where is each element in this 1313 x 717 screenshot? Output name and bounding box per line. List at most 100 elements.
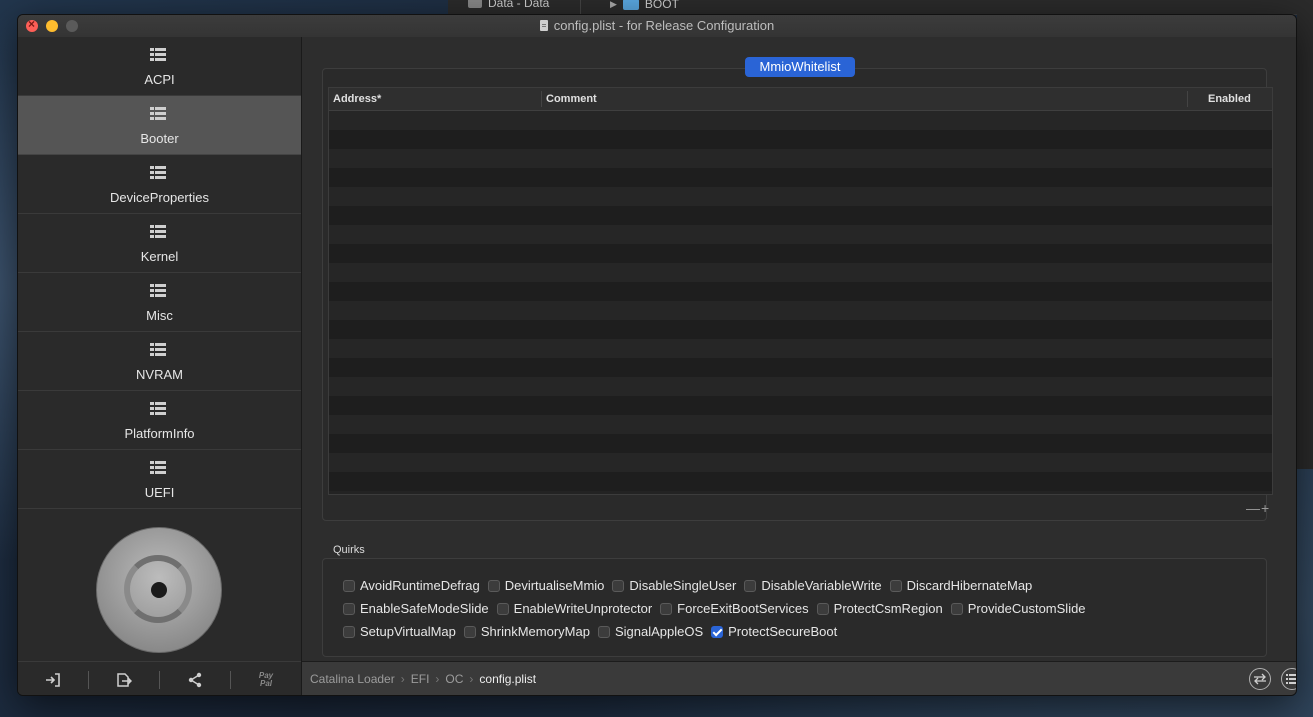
breadcrumb-item[interactable]: OC <box>445 672 463 686</box>
share-icon <box>188 672 202 687</box>
list-icon <box>150 402 166 416</box>
sidebar-item-nvram[interactable]: NVRAM <box>18 332 301 391</box>
column-header-address[interactable]: Address* <box>333 93 381 105</box>
quirk-devirtualise-mmio[interactable]: DevirtualiseMmio <box>487 578 604 593</box>
quirk-discard-hibernate-map[interactable]: DiscardHibernateMap <box>889 578 1032 593</box>
table-row[interactable] <box>329 187 1272 206</box>
sidebar-item-deviceproperties[interactable]: DeviceProperties <box>18 155 301 214</box>
swap-button[interactable] <box>1249 668 1271 690</box>
checkbox[interactable] <box>744 579 757 592</box>
checkbox[interactable] <box>343 625 355 638</box>
checkbox[interactable] <box>463 625 476 638</box>
sidebar-item-platforminfo[interactable]: PlatformInfo <box>18 391 301 450</box>
chevron-right-icon: › <box>469 672 474 686</box>
checkbox[interactable] <box>660 602 673 615</box>
quirk-label: EnableSafeModeSlide <box>360 601 489 616</box>
table-body[interactable] <box>329 111 1272 494</box>
column-header-enabled[interactable]: Enabled <box>1208 93 1251 105</box>
quirk-disable-variable-write[interactable]: DisableVariableWrite <box>744 578 882 593</box>
table-row[interactable] <box>329 206 1272 225</box>
quirk-force-exit-boot-services[interactable]: ForceExitBootServices <box>660 601 809 616</box>
share-button[interactable] <box>160 662 230 695</box>
quirk-setup-virtual-map[interactable]: SetupVirtualMap <box>343 624 456 639</box>
quirk-disable-single-user[interactable]: DisableSingleUser <box>612 578 736 593</box>
quirk-protect-secure-boot[interactable]: ProtectSecureBoot <box>711 624 837 639</box>
table-row[interactable] <box>329 472 1272 491</box>
background-disk-item[interactable]: Data - Data <box>468 0 549 10</box>
background-disk-label: Data - Data <box>488 0 550 10</box>
table-row[interactable] <box>329 282 1272 301</box>
window-title: config.plist - for Release Configuration <box>18 18 1296 33</box>
table-row[interactable] <box>329 358 1272 377</box>
quirk-avoid-runtime-defrag[interactable]: AvoidRuntimeDefrag <box>343 578 480 593</box>
main-window: config.plist - for Release Configuration… <box>17 14 1297 696</box>
table-row[interactable] <box>329 453 1272 472</box>
checkbox[interactable] <box>950 602 963 615</box>
table-row[interactable] <box>329 320 1272 339</box>
mmio-whitelist-table[interactable]: Address* Comment Enabled <box>328 87 1273 495</box>
quirk-enable-write-unprotector[interactable]: EnableWriteUnprotector <box>496 601 652 616</box>
breadcrumb-item[interactable]: Catalina Loader <box>310 672 395 686</box>
app-logo <box>96 527 222 653</box>
table-row[interactable] <box>329 301 1272 320</box>
paypal-donate-button[interactable]: Pay Pal <box>231 662 301 695</box>
document-icon <box>539 20 548 31</box>
folder-icon <box>622 0 639 10</box>
checkbox[interactable] <box>612 579 625 592</box>
checkbox[interactable] <box>711 625 724 638</box>
checkbox[interactable] <box>343 602 355 615</box>
table-row[interactable] <box>329 111 1272 130</box>
checkbox[interactable] <box>597 625 610 638</box>
sidebar-item-booter[interactable]: Booter <box>18 96 301 155</box>
disclosure-triangle-icon[interactable]: ▶ <box>610 0 617 10</box>
sidebar-item-misc[interactable]: Misc <box>18 273 301 332</box>
segment-mmio-whitelist[interactable]: MmioWhitelist <box>745 57 855 77</box>
background-folder-label: BOOT <box>644 0 679 11</box>
sidebar-item-label: Booter <box>140 131 179 146</box>
window-title-text: config.plist - for Release Configuration <box>553 18 775 33</box>
checkbox[interactable] <box>343 579 355 592</box>
remove-row-button[interactable]: — <box>1246 500 1260 516</box>
quirk-label: ProtectCsmRegion <box>833 601 943 616</box>
checkbox[interactable] <box>487 579 500 592</box>
quirk-label: SignalAppleOS <box>614 624 704 639</box>
breadcrumb-item[interactable]: EFI <box>411 672 430 686</box>
add-row-button[interactable]: + <box>1261 500 1269 516</box>
quirk-label: SetupVirtualMap <box>360 624 456 639</box>
table-row[interactable] <box>329 225 1272 244</box>
checkbox[interactable] <box>496 602 509 615</box>
list-view-button[interactable] <box>1281 668 1296 690</box>
import-button[interactable] <box>18 662 88 695</box>
list-icon <box>150 343 166 357</box>
table-row[interactable] <box>329 244 1272 263</box>
title-bar[interactable]: config.plist - for Release Configuration <box>18 15 1296 38</box>
table-row[interactable] <box>329 263 1272 282</box>
export-button[interactable] <box>89 662 159 695</box>
quirk-label: DisableVariableWrite <box>761 578 882 593</box>
quirk-shrink-memory-map[interactable]: ShrinkMemoryMap <box>463 624 590 639</box>
quirk-provide-custom-slide[interactable]: ProvideCustomSlide <box>950 601 1086 616</box>
checkbox[interactable] <box>889 579 902 592</box>
checkbox[interactable] <box>816 602 829 615</box>
column-header-comment[interactable]: Comment <box>546 93 597 105</box>
quirk-signal-apple-os[interactable]: SignalAppleOS <box>597 624 704 639</box>
table-row[interactable] <box>329 130 1272 149</box>
table-row[interactable] <box>329 396 1272 415</box>
dial-logo-icon <box>96 527 222 653</box>
table-row[interactable] <box>329 377 1272 396</box>
background-folder-item[interactable]: ▶ BOOT <box>610 0 679 11</box>
sidebar-item-kernel[interactable]: Kernel <box>18 214 301 273</box>
list-icon <box>150 48 166 62</box>
table-row[interactable] <box>329 339 1272 358</box>
sidebar-item-uefi[interactable]: UEFI <box>18 450 301 509</box>
table-row[interactable] <box>329 168 1272 187</box>
quirk-protect-csm-region[interactable]: ProtectCsmRegion <box>816 601 943 616</box>
quirk-enable-safe-mode-slide[interactable]: EnableSafeModeSlide <box>343 601 489 616</box>
sidebar-item-label: Kernel <box>140 249 179 264</box>
sidebar-item-label: PlatformInfo <box>124 426 195 441</box>
breadcrumb-current[interactable]: config.plist <box>479 672 536 686</box>
table-row[interactable] <box>329 415 1272 434</box>
table-row[interactable] <box>329 434 1272 453</box>
table-row[interactable] <box>329 149 1272 168</box>
sidebar-item-acpi[interactable]: ACPI <box>18 37 301 96</box>
